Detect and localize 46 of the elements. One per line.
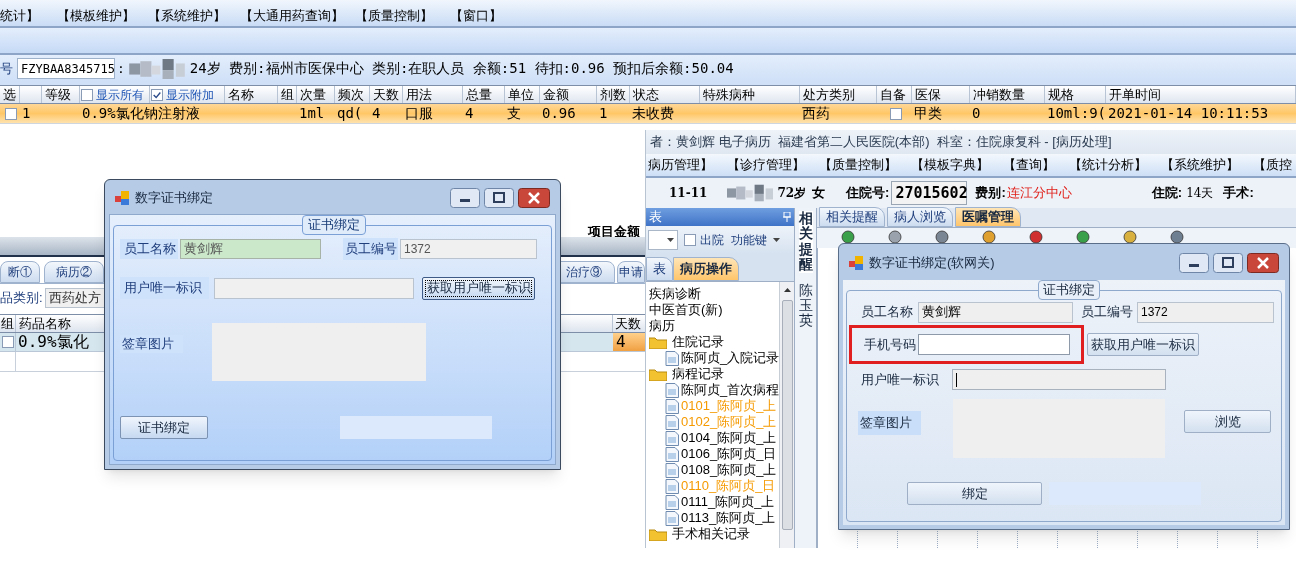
- field-label: 签章图片: [120, 335, 183, 353]
- table-cell-text: 1ml: [298, 104, 326, 123]
- table-cell-text: 1: [598, 104, 609, 123]
- fee-type: 连江分中心: [1006, 184, 1072, 203]
- table-cell-text: 未收费: [631, 104, 675, 123]
- group-title: 证书绑定: [1038, 280, 1100, 300]
- table-cell-text: 1: [21, 104, 32, 123]
- field-label: 住院:: [1151, 184, 1183, 203]
- table-cell-text: 口服: [404, 104, 434, 123]
- table-cell: 4: [613, 333, 645, 351]
- patient-name: 陈玉英: [798, 282, 813, 329]
- field-label: 员工编号: [1081, 303, 1134, 322]
- field-label: 手机号码: [864, 335, 917, 354]
- field-label: 手术:: [1223, 184, 1254, 203]
- table-cell-text: 0: [971, 104, 982, 123]
- table-cell-text: 4: [464, 104, 475, 123]
- field-label: 员工名称: [120, 239, 178, 259]
- table-cell-text: 4: [371, 104, 382, 123]
- window-title: 数字证书绑定: [135, 189, 214, 208]
- card-label: 号: [0, 59, 13, 78]
- window-title: 数字证书绑定(软网关): [869, 254, 996, 273]
- field-label: 用户唯一标识: [861, 370, 940, 389]
- table-cell-text: 甲类: [913, 104, 943, 123]
- field-label: 用户唯一标识: [120, 277, 209, 299]
- bed-number: 11-11: [669, 185, 708, 202]
- table-cell-text: 0.9%氯化钠注射液: [81, 104, 201, 123]
- group-title: 证书绑定: [302, 215, 366, 235]
- table-cell-text: 10ml:9(: [1046, 104, 1106, 123]
- table-cell-text: 0.96: [541, 104, 577, 123]
- field-label: 费别:: [975, 184, 1006, 203]
- table-cell-text: 2021-01-14 10:11:53: [1107, 104, 1270, 123]
- table-cell-text: qd(: [336, 104, 364, 123]
- patient-sex: 女: [812, 184, 826, 203]
- field-label: 住院号:: [846, 184, 890, 203]
- stay-days: 14天: [1186, 184, 1214, 202]
- field-label: 签章图片: [858, 411, 921, 435]
- patient-info: 24岁 费别:福州市医保中心 类别:在职人员 余额:51 待扣:0.96 预扣后余额:50.04: [189, 59, 734, 78]
- field-label: 品类别:: [0, 288, 43, 307]
- patient-age: 72岁: [777, 185, 807, 202]
- panel-title: 表: [649, 208, 662, 227]
- table-cell-text: 0.9%氯化: [17, 331, 90, 353]
- separator: :: [117, 59, 125, 78]
- table-cell-text: 西药: [801, 104, 831, 123]
- field-label: 员工名称: [861, 303, 914, 322]
- table-cell-text: 支: [506, 104, 522, 123]
- field-label: 员工编号: [343, 238, 398, 260]
